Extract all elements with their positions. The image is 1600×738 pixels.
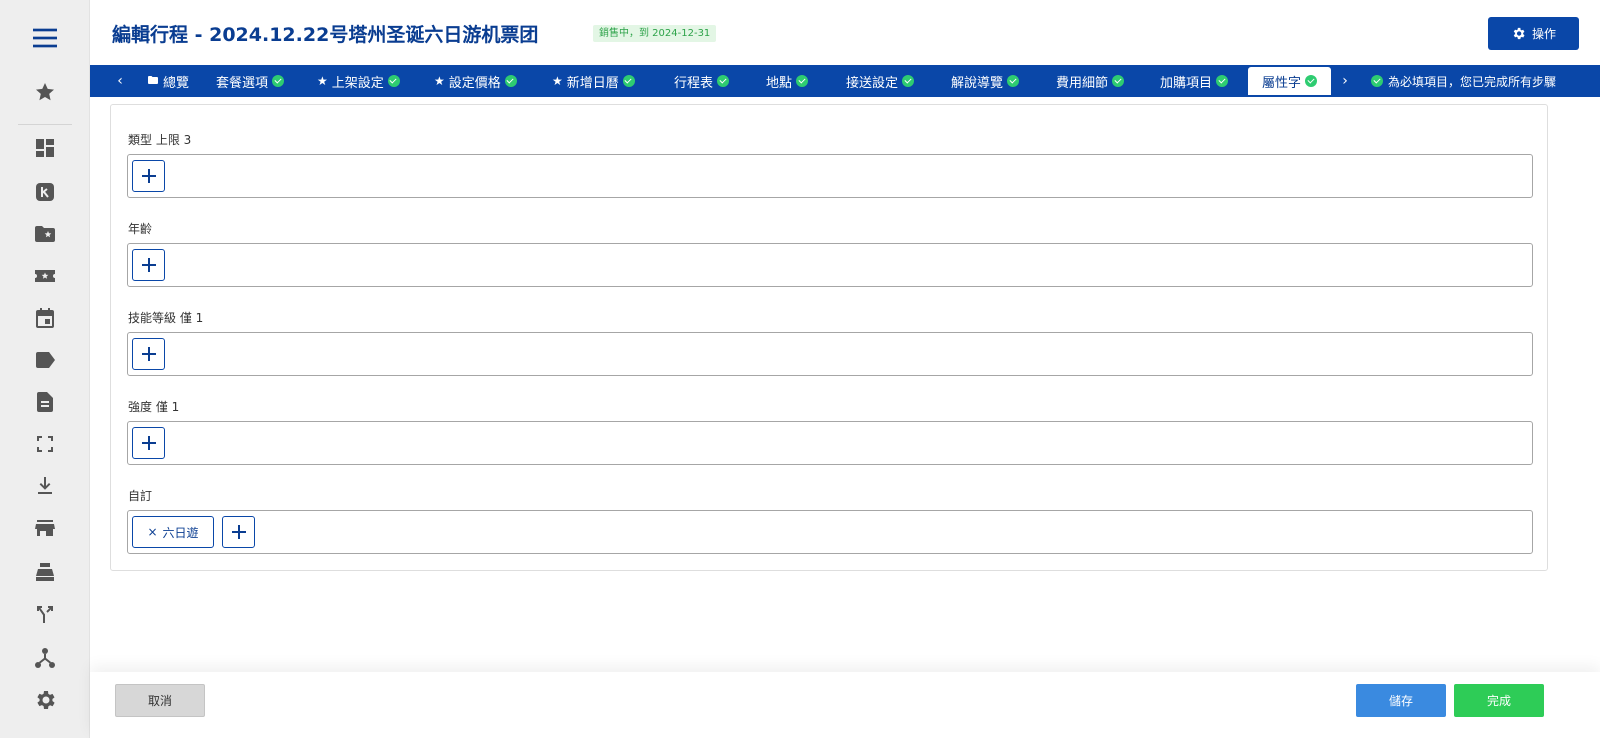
- tab-listing-settings[interactable]: ★ 上架設定: [317, 65, 400, 97]
- store-icon[interactable]: [27, 510, 63, 546]
- dashboard-icon[interactable]: [27, 130, 63, 166]
- tab-label: 設定價格: [448, 75, 501, 91]
- check-circle-icon: [1371, 75, 1383, 87]
- menu-icon[interactable]: [27, 20, 63, 56]
- star-icon: ★: [434, 74, 445, 88]
- tab-guided-tour[interactable]: 解說導覽: [951, 65, 1020, 97]
- cash-register-icon[interactable]: [27, 554, 63, 590]
- tab-label: 加購項目: [1160, 75, 1213, 91]
- cancel-button[interactable]: 取消: [115, 684, 205, 717]
- settings-icon[interactable]: [27, 682, 63, 718]
- custom-tag-chip[interactable]: × 六日遊: [132, 516, 214, 548]
- check-circle-icon: [622, 75, 635, 87]
- field-box-age: [127, 243, 1533, 287]
- tab-price-settings[interactable]: ★ 設定價格: [434, 65, 517, 97]
- add-custom-button[interactable]: [222, 516, 255, 548]
- field-label-age: 年齡: [128, 222, 153, 236]
- k-logo-icon[interactable]: [27, 174, 63, 210]
- tab-label: 接送設定: [846, 75, 899, 91]
- field-box-intensity: [127, 421, 1533, 465]
- custom-tag-label: 六日遊: [162, 525, 199, 540]
- sidebar-divider: [18, 124, 72, 125]
- merge-icon[interactable]: [27, 596, 63, 632]
- ticket-star-icon[interactable]: [27, 258, 63, 294]
- check-circle-icon: [1112, 75, 1125, 87]
- action-button-label: 操作: [1531, 27, 1556, 41]
- field-box-custom: × 六日遊: [127, 510, 1533, 554]
- check-circle-icon: [902, 75, 915, 87]
- required-steps-note: 為必填項目，您已完成所有步驟: [1371, 65, 1600, 97]
- check-circle-icon: [717, 75, 730, 87]
- tab-label: 總覽: [163, 75, 190, 91]
- tab-attributes[interactable]: 屬性字: [1248, 67, 1332, 95]
- required-steps-text: 為必填項目，您已完成所有步驟: [1388, 74, 1557, 89]
- check-circle-icon: [796, 75, 809, 87]
- check-circle-icon: [504, 75, 517, 87]
- action-button[interactable]: 操作: [1488, 17, 1579, 50]
- check-circle-icon: [1007, 75, 1020, 87]
- document-icon[interactable]: [27, 384, 63, 420]
- star-icon: ★: [317, 74, 328, 88]
- field-box-type: [127, 154, 1533, 198]
- folder-icon: [147, 74, 159, 88]
- remove-tag-icon[interactable]: ×: [147, 525, 157, 539]
- tab-location[interactable]: 地點: [766, 65, 809, 97]
- tabs-prev-arrow[interactable]: ‹: [109, 65, 131, 97]
- tab-label: 套餐選項: [216, 75, 269, 91]
- gear-icon: [1513, 27, 1525, 40]
- star-icon[interactable]: [27, 74, 63, 110]
- tab-overview[interactable]: 總覽: [147, 65, 189, 97]
- status-badge: 銷售中，到 2024-12-31: [593, 25, 717, 42]
- tab-itinerary[interactable]: 行程表: [674, 65, 730, 97]
- tab-label: 新增日曆: [566, 75, 619, 91]
- add-type-button[interactable]: [132, 160, 165, 192]
- field-label-type: 類型 上限 3: [128, 133, 192, 147]
- star-icon: ★: [552, 74, 563, 88]
- page-header: 編輯行程 - 2024.12.22号塔州圣诞六日游机票团 銷售中，到 2024-…: [90, 0, 1600, 65]
- check-circle-icon: [272, 75, 285, 87]
- check-circle-icon: [1305, 75, 1318, 87]
- page-title: 編輯行程 - 2024.12.22号塔州圣诞六日游机票团: [112, 24, 539, 46]
- tab-package-options[interactable]: 套餐選項: [216, 65, 285, 97]
- calendar-icon[interactable]: [27, 300, 63, 336]
- plus-icon: [141, 436, 156, 450]
- tab-label: 屬性字: [1262, 75, 1302, 91]
- plus-icon: [141, 258, 156, 272]
- download-icon[interactable]: [27, 468, 63, 504]
- tag-icon[interactable]: [27, 342, 63, 378]
- tabs-next-arrow[interactable]: ›: [1334, 65, 1356, 97]
- add-intensity-button[interactable]: [132, 427, 165, 459]
- hierarchy-icon[interactable]: [27, 640, 63, 676]
- add-age-button[interactable]: [132, 249, 165, 281]
- field-label-skill-level: 技能等級 僅 1: [128, 311, 204, 325]
- step-tab-bar: ‹ 總覽 套餐選項 ★ 上架設定 ★ 設定價格 ★ 新增日曆 行程表 地點 接送…: [90, 65, 1600, 97]
- folder-star-icon[interactable]: [27, 216, 63, 252]
- check-circle-icon: [1216, 75, 1229, 87]
- attributes-card: 類型 上限 3 年齡 技能等級 僅 1 強度 僅 1 自訂 × 六日遊: [110, 104, 1548, 571]
- save-button[interactable]: 儲存: [1356, 684, 1446, 717]
- fullscreen-icon[interactable]: [27, 426, 63, 462]
- tab-label: 行程表: [674, 75, 714, 91]
- tab-add-calendar[interactable]: ★ 新增日曆: [552, 65, 635, 97]
- tab-add-ons[interactable]: 加購項目: [1160, 65, 1229, 97]
- tab-fee-details[interactable]: 費用細節: [1056, 65, 1125, 97]
- sidebar: [0, 0, 90, 738]
- plus-icon: [141, 169, 156, 183]
- tab-transfer-settings[interactable]: 接送設定: [846, 65, 915, 97]
- done-button[interactable]: 完成: [1454, 684, 1544, 717]
- tab-label: 解說導覽: [951, 75, 1004, 91]
- field-label-custom: 自訂: [128, 489, 153, 503]
- tab-label: 費用細節: [1056, 75, 1109, 91]
- field-box-skill-level: [127, 332, 1533, 376]
- check-circle-icon: [387, 75, 400, 87]
- plus-icon: [141, 347, 156, 361]
- bottom-action-bar: 取消 儲存 完成: [90, 672, 1600, 738]
- tab-label: 地點: [766, 75, 793, 91]
- field-label-intensity: 強度 僅 1: [128, 400, 180, 414]
- add-skill-level-button[interactable]: [132, 338, 165, 370]
- tab-label: 上架設定: [331, 75, 384, 91]
- plus-icon: [231, 525, 246, 539]
